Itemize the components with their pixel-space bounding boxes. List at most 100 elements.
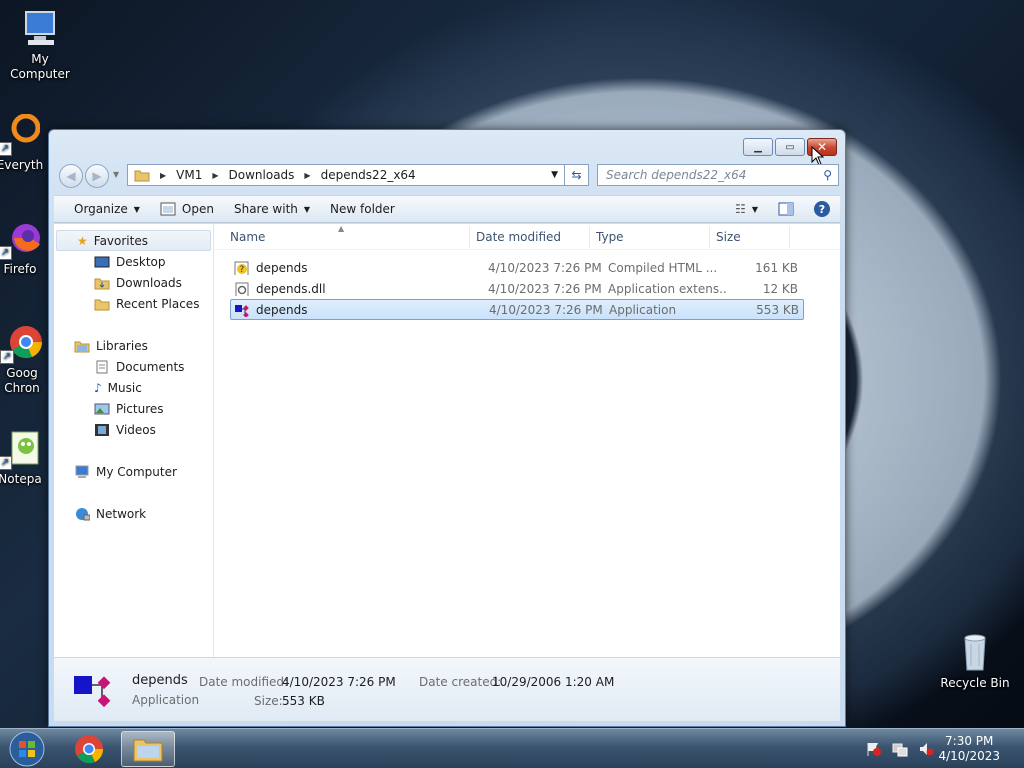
computer-icon [20,8,60,48]
action-center-icon[interactable] [866,741,882,757]
nav-network-label: Network [96,506,147,521]
chm-help-icon: ? [234,261,250,275]
column-header-name[interactable]: Name ▲ [214,224,470,248]
start-button[interactable] [0,731,54,767]
forward-button[interactable]: ▶ [85,164,109,188]
navigation-bar: ◀ ▶ ▼ ▶ VM1 ▶ Downloads ▶ depends22_x64 … [55,162,839,188]
nav-item-label: Videos [116,422,156,437]
column-header-date-modified[interactable]: Date modified [470,225,590,248]
windows-logo-icon [9,731,45,767]
nav-item-label: Downloads [116,275,182,290]
share-with-label: Share with [233,202,298,216]
file-row[interactable]: ? depends 4/10/2023 7:26 PM Compiled HTML… [230,257,804,278]
nav-network[interactable]: Network [54,503,213,524]
preview-pane-button[interactable] [768,197,804,221]
desktop-icon-label: Recycle Bin [940,676,1010,690]
nav-item-label: Desktop [116,254,166,269]
refresh-button[interactable]: ⇆ [565,164,589,186]
network-icon [74,507,91,521]
maximize-button[interactable]: ▭ [775,138,805,156]
nav-my-computer-label: My Computer [96,464,177,479]
command-bar: Organize ▼ Open Share with ▼ New folder ☷ ▼… [54,195,840,223]
system-clock[interactable]: 7:30 PM 4/10/2023 [938,734,1000,764]
chrome-icon [75,735,104,764]
desktop-icon-everything[interactable]: ↗ Everyth [0,113,50,173]
explorer-window: ▁ ▭ ✕ ◀ ▶ ▼ ▶ VM1 ▶ Downloads ▶ depends2… [48,129,846,727]
shortcut-arrow-icon: ↗ [0,142,12,156]
nav-item-desktop[interactable]: Desktop [54,251,213,272]
file-row[interactable]: depends.dll 4/10/2023 7:26 PM Applicatio… [230,278,804,299]
file-size: 161 KB [755,260,798,275]
desktop-icon-label: Everyth [0,158,44,172]
column-header-type[interactable]: Type [590,225,710,248]
music-icon: ♪ [94,380,102,395]
file-name: depends [256,260,308,275]
share-with-button[interactable]: Share with ▼ [224,197,320,221]
content-area: ★ Favorites Desktop Downloads Recent Plac… [54,224,840,657]
new-folder-button[interactable]: New folder [320,197,405,221]
notepad-icon: ↗ [0,428,40,470]
column-name-label: Name [230,229,266,244]
organize-button[interactable]: Organize ▼ [54,197,150,221]
nav-item-documents[interactable]: Documents [54,356,213,377]
taskbar-chrome-button[interactable] [62,731,116,767]
dll-icon [234,282,250,296]
breadcrumb-separator-icon: ▶ [160,170,167,180]
minimize-button[interactable]: ▁ [743,138,773,156]
back-button[interactable]: ◀ [59,164,83,188]
address-bar[interactable]: ▶ VM1 ▶ Downloads ▶ depends22_x64 ▼ [127,164,565,186]
column-header-size[interactable]: Size [710,225,790,248]
breadcrumb-item-depends22-x64[interactable]: depends22_x64 [321,168,416,182]
desktop-icon-label: My Computer [10,52,70,81]
help-button[interactable]: ? [804,197,840,221]
details-file-type: Application [132,693,200,707]
nav-item-videos[interactable]: Videos [54,419,213,440]
refresh-icon: ⇆ [571,168,582,182]
libraries-icon [74,339,90,353]
preview-pane-icon [778,202,794,216]
taskbar-explorer-button[interactable] [121,731,175,767]
recycle-bin-icon [955,632,995,672]
everything-icon: ↗ [0,113,41,156]
desktop-icon-firefox[interactable]: ↗ Firefo [0,218,50,277]
file-date-modified: 4/10/2023 7:26 PM [489,302,603,317]
desktop-icon-chrome[interactable]: ↗ Goog Chron [0,322,52,396]
column-headers: Name ▲ Date modified Type Size [214,224,840,250]
recent-pages-dropdown-icon[interactable]: ▼ [113,170,119,179]
search-icon[interactable]: ⚲ [823,168,832,182]
nav-item-music[interactable]: ♪ Music [54,377,213,398]
minimize-icon: ▁ [754,141,762,153]
volume-muted-icon[interactable] [918,741,934,757]
back-arrow-icon: ◀ [66,169,76,183]
nav-my-computer[interactable]: My Computer [54,461,213,482]
column-date-label: Date modified [476,229,562,244]
network-status-icon[interactable] [892,741,908,757]
desktop-icon-my-computer[interactable]: My Computer [0,8,80,82]
folder-icon [133,739,163,762]
address-dropdown-icon[interactable]: ▼ [551,170,558,180]
breadcrumb-item-downloads[interactable]: Downloads [229,168,295,182]
nav-favorites[interactable]: ★ Favorites [56,230,211,251]
column-size-label: Size [716,229,741,244]
desktop-icon-label: Chron [4,381,40,395]
view-options-button[interactable]: ☷ ▼ [725,197,768,221]
shortcut-arrow-icon: ↗ [0,456,12,470]
nav-item-pictures[interactable]: Pictures [54,398,213,419]
nav-item-downloads[interactable]: Downloads [54,272,213,293]
nav-item-recent-places[interactable]: Recent Places [54,293,213,314]
search-input[interactable]: Search depends22_x64 ⚲ [597,164,839,186]
details-size-value: 553 KB [282,694,325,708]
breadcrumb-item-vm1[interactable]: VM1 [176,168,202,182]
open-button[interactable]: Open [150,197,224,221]
desktop-icon-recycle-bin[interactable]: Recycle Bin [935,632,1015,691]
videos-icon [94,423,110,437]
file-type: Application [609,302,677,317]
details-created-label: Date created: [419,675,502,689]
nav-libraries[interactable]: Libraries [54,335,213,356]
recent-places-icon [94,297,110,311]
search-placeholder: Search depends22_x64 [606,168,747,182]
file-list: Name ▲ Date modified Type Size ? depends 4… [214,224,840,657]
organize-label: Organize [74,202,128,216]
file-row-selected[interactable]: depends 4/10/2023 7:26 PM Application 55… [230,299,804,320]
desktop-icon-notepad[interactable]: ↗ Notepa [0,428,50,487]
